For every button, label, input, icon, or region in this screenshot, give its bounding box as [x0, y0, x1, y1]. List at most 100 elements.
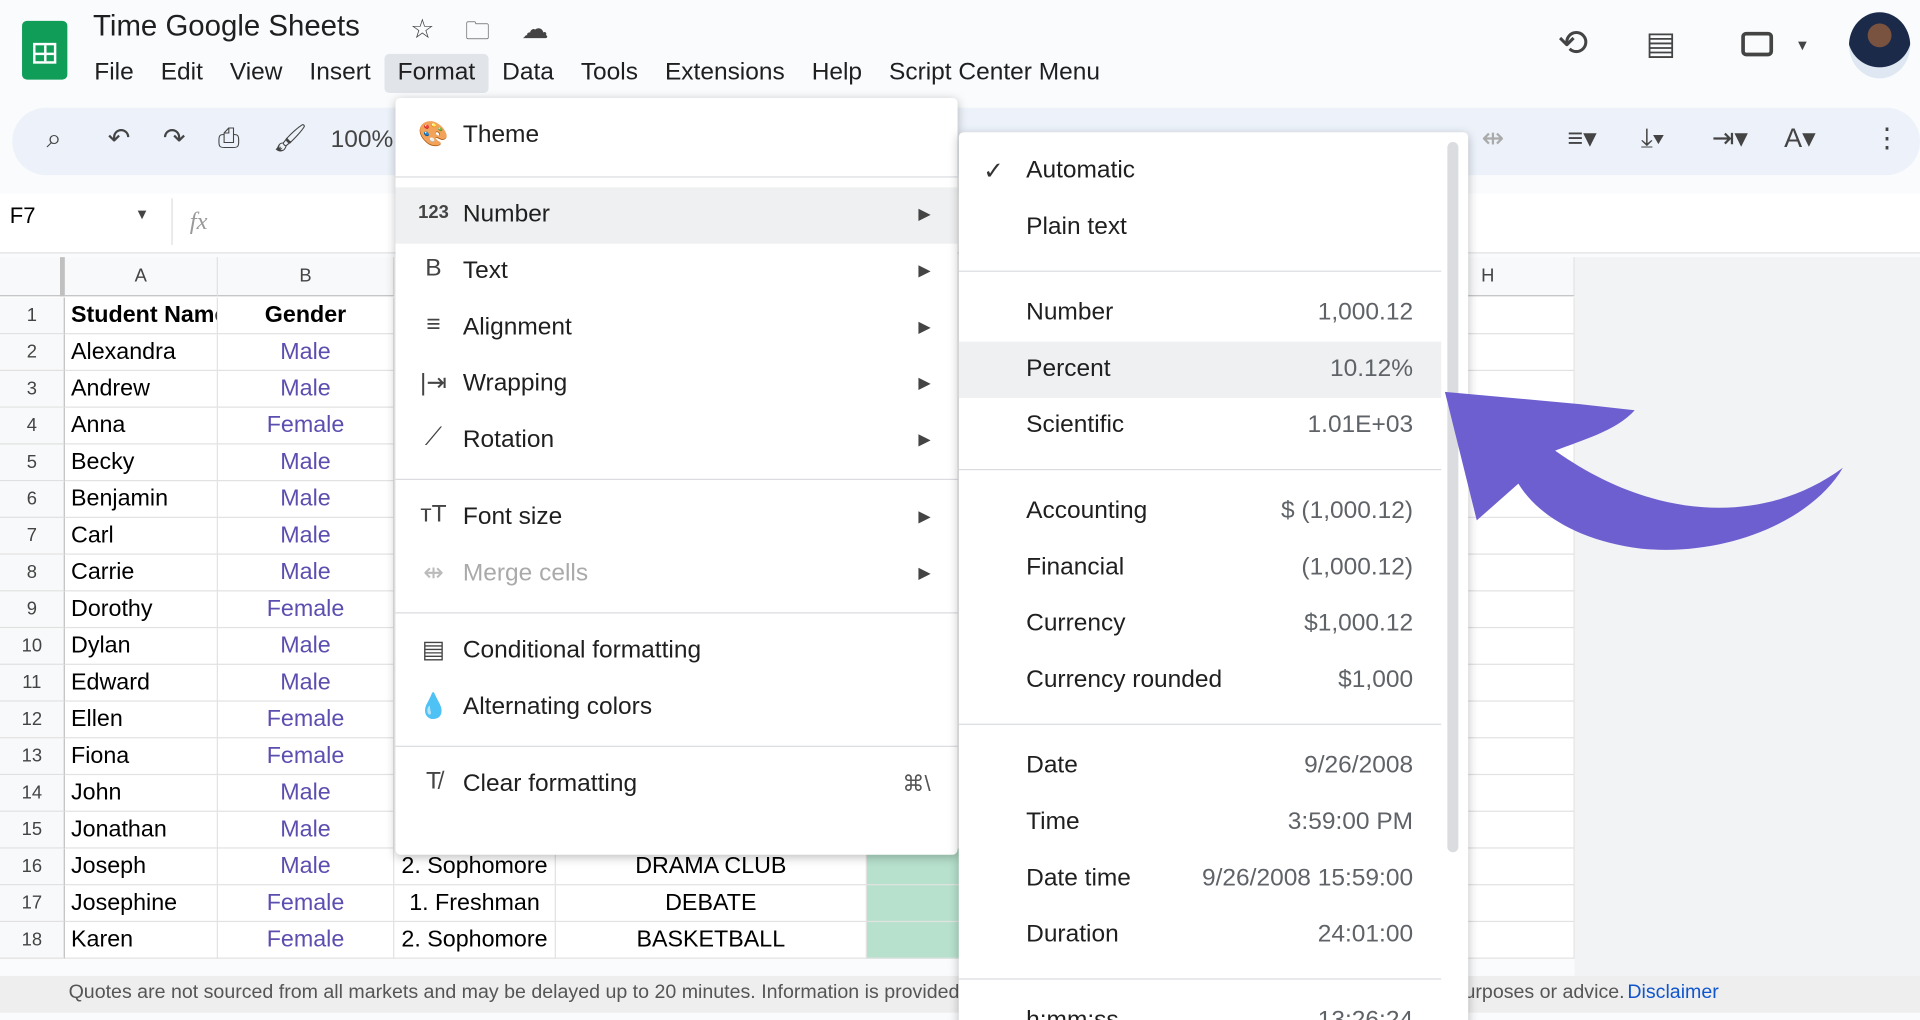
- cell-gender[interactable]: Male: [217, 444, 395, 482]
- cell-gender[interactable]: Female: [217, 922, 395, 959]
- cell-student-name[interactable]: Jonathan: [64, 811, 218, 849]
- cell-student-name[interactable]: Anna: [64, 407, 218, 445]
- cell-gender[interactable]: Male: [217, 664, 395, 702]
- cell-student-name[interactable]: Benjamin: [64, 481, 218, 518]
- menu-item-text[interactable]: B Text ▶: [396, 244, 958, 300]
- user-avatar[interactable]: [1848, 12, 1911, 79]
- paint-format-icon[interactable]: 🖌: [273, 122, 307, 154]
- search-icon[interactable]: ⌕: [47, 122, 62, 154]
- row-header[interactable]: 7: [0, 517, 65, 555]
- undo-icon[interactable]: ↶: [108, 122, 131, 154]
- format-option-number[interactable]: Number 1,000.12: [959, 285, 1441, 341]
- cell-student-name[interactable]: Joseph: [64, 848, 218, 886]
- row-header[interactable]: 12: [0, 701, 65, 739]
- cell-year[interactable]: 1. Freshman: [394, 885, 556, 923]
- menu-extensions[interactable]: Extensions: [651, 54, 798, 93]
- menu-item-font-size[interactable]: тT Font size ▶: [396, 490, 958, 546]
- cell-student-name[interactable]: Karen: [64, 922, 218, 959]
- menu-help[interactable]: Help: [798, 54, 875, 93]
- menu-data[interactable]: Data: [489, 54, 568, 93]
- format-option-scientific[interactable]: Scientific 1.01E+03: [959, 398, 1441, 454]
- format-option-percent[interactable]: Percent 10.12%: [958, 341, 1442, 398]
- format-option-h-mm-ss[interactable]: h:mm:ss 13:26:24: [959, 993, 1441, 1020]
- corner-select-all[interactable]: [0, 257, 65, 297]
- format-option-date-time[interactable]: Date time 9/26/2008 15:59:00: [959, 851, 1441, 907]
- menu-item-conditional-formatting[interactable]: ▤ Conditional formatting: [396, 623, 958, 679]
- row-header[interactable]: 3: [0, 371, 65, 408]
- row-header[interactable]: 5: [0, 444, 65, 482]
- cell-student-name[interactable]: Andrew: [64, 371, 218, 408]
- cell-student-name[interactable]: Student Name: [64, 297, 218, 335]
- row-header[interactable]: 18: [0, 922, 65, 959]
- cell-gender[interactable]: Gender: [217, 297, 395, 335]
- disclaimer-link[interactable]: Disclaimer: [1627, 976, 1718, 1010]
- cell-highlighted[interactable]: [866, 922, 965, 959]
- cell-student-name[interactable]: Ellen: [64, 701, 218, 739]
- row-header[interactable]: 2: [0, 334, 65, 372]
- row-header[interactable]: 9: [0, 591, 65, 629]
- cell-student-name[interactable]: Edward: [64, 664, 218, 702]
- sheets-logo[interactable]: [22, 20, 68, 80]
- text-wrap-icon[interactable]: ⇥▾: [1712, 122, 1748, 154]
- format-option-time[interactable]: Time 3:59:00 PM: [959, 795, 1441, 851]
- row-header[interactable]: 6: [0, 481, 65, 518]
- cell-club[interactable]: BASKETBALL: [555, 922, 867, 959]
- move-folder-icon[interactable]: 🗀: [465, 13, 489, 55]
- menu-format[interactable]: Format: [384, 53, 489, 94]
- text-color-icon[interactable]: A▾: [1784, 122, 1815, 154]
- cell-gender[interactable]: Female: [217, 591, 395, 629]
- menu-item-clear-formatting[interactable]: T̸ Clear formatting ⌘\: [396, 757, 958, 813]
- row-header[interactable]: 4: [0, 407, 65, 445]
- cell-student-name[interactable]: Alexandra: [64, 334, 218, 372]
- cell-gender[interactable]: Male: [217, 848, 395, 886]
- redo-icon[interactable]: ↷: [163, 122, 186, 154]
- format-option-date[interactable]: Date 9/26/2008: [959, 738, 1441, 794]
- cell-gender[interactable]: Male: [217, 628, 395, 665]
- cell-gender[interactable]: Female: [217, 701, 395, 739]
- column-header-A[interactable]: A: [64, 257, 218, 297]
- row-header[interactable]: 16: [0, 848, 65, 886]
- name-box-dropdown-icon[interactable]: ▼: [135, 206, 150, 223]
- name-box[interactable]: F7: [10, 203, 36, 229]
- menu-item-rotation[interactable]: ⟋ Rotation ▶: [396, 413, 958, 469]
- cell-gender[interactable]: Male: [217, 371, 395, 408]
- row-header[interactable]: 14: [0, 775, 65, 812]
- cell-gender[interactable]: Female: [217, 738, 395, 776]
- column-header-B[interactable]: B: [217, 257, 395, 297]
- cell-highlighted[interactable]: [866, 885, 965, 923]
- format-option-currency[interactable]: Currency $1,000.12: [959, 596, 1441, 652]
- cell-gender[interactable]: Female: [217, 407, 395, 445]
- cloud-status-icon[interactable]: ☁: [522, 13, 549, 45]
- more-options-icon[interactable]: ⋮: [1873, 122, 1900, 154]
- cell-gender[interactable]: Male: [217, 554, 395, 592]
- star-icon[interactable]: ☆: [410, 13, 434, 45]
- cell-student-name[interactable]: John: [64, 775, 218, 812]
- version-history-icon[interactable]: ⟲: [1558, 22, 1589, 65]
- cell-student-name[interactable]: Josephine: [64, 885, 218, 923]
- menu-script-center-menu[interactable]: Script Center Menu: [876, 54, 1114, 93]
- row-header[interactable]: 13: [0, 738, 65, 776]
- cell-gender[interactable]: Male: [217, 775, 395, 812]
- vertical-align-icon[interactable]: ⤓▾: [1641, 122, 1664, 154]
- cell-student-name[interactable]: Fiona: [64, 738, 218, 776]
- meet-dropdown-icon[interactable]: ▼: [1795, 37, 1810, 54]
- format-option-automatic[interactable]: ✓ Automatic: [959, 143, 1441, 199]
- merge-cells-icon[interactable]: ⇹: [1482, 122, 1505, 154]
- row-header[interactable]: 1: [0, 297, 65, 335]
- menu-file[interactable]: File: [81, 54, 147, 93]
- format-option-duration[interactable]: Duration 24:01:00: [959, 907, 1441, 963]
- format-option-currency-rounded[interactable]: Currency rounded $1,000: [959, 653, 1441, 709]
- cell-student-name[interactable]: Becky: [64, 444, 218, 482]
- cell-student-name[interactable]: Dylan: [64, 628, 218, 665]
- row-header[interactable]: 10: [0, 628, 65, 665]
- cell-student-name[interactable]: Dorothy: [64, 591, 218, 629]
- cell-student-name[interactable]: Carrie: [64, 554, 218, 592]
- cell-student-name[interactable]: Carl: [64, 517, 218, 555]
- cell-club[interactable]: DEBATE: [555, 885, 867, 923]
- print-icon[interactable]: ⎙: [218, 122, 240, 154]
- row-header[interactable]: 15: [0, 811, 65, 849]
- cell-gender[interactable]: Male: [217, 481, 395, 518]
- menu-item-number[interactable]: 123 Number ▶: [395, 187, 958, 244]
- cell-gender[interactable]: Male: [217, 811, 395, 849]
- comment-icon[interactable]: ▤: [1646, 24, 1676, 62]
